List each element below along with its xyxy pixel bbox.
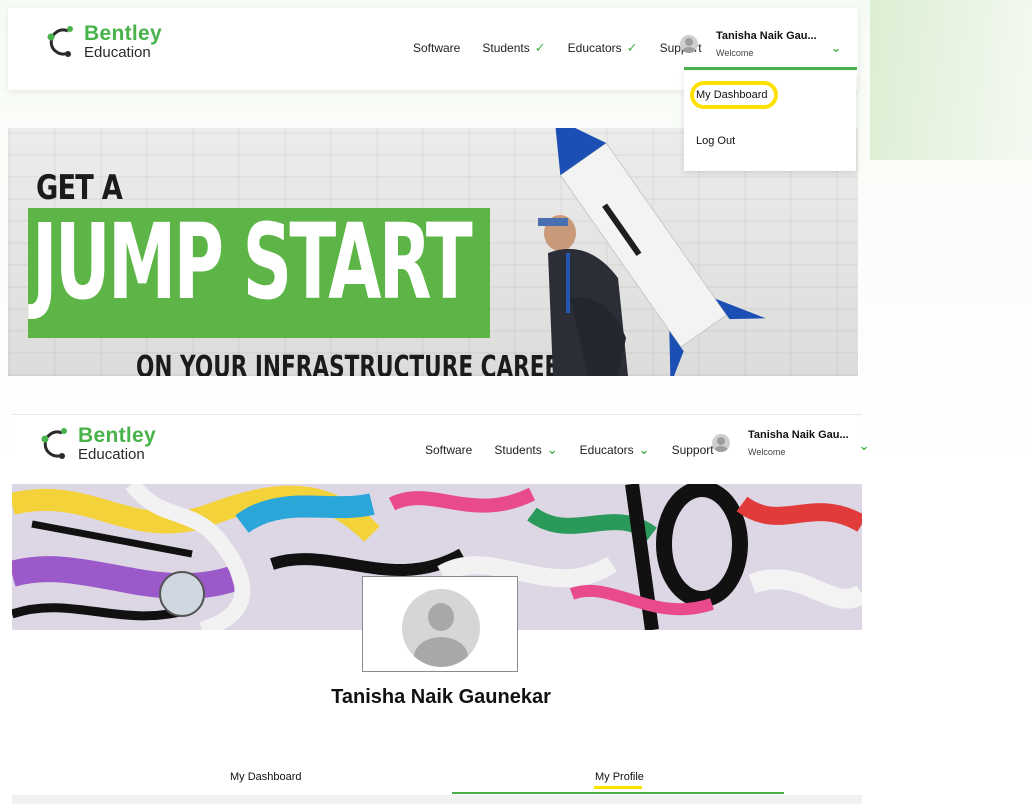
user-avatar-icon — [712, 434, 730, 452]
bentley-education-logo[interactable]: Bentley Education — [38, 425, 156, 462]
main-nav: Software Students ⌄ Educators ⌄ Support — [425, 442, 736, 458]
user-menu-toggle[interactable]: Tanisha Naik Gau... Welcome ⌄ — [680, 30, 842, 58]
menu-item-my-dashboard[interactable]: My Dashboard — [696, 89, 768, 101]
main-nav: Software Students✓ Educators✓ Support — [413, 40, 724, 56]
nav-educators[interactable]: Educators ⌄ — [580, 442, 650, 458]
chevron-down-icon[interactable]: ⌄ — [831, 40, 842, 56]
profile-tabs: My Dashboard My Profile — [12, 769, 862, 804]
user-menu-toggle[interactable]: Tanisha Naik Gau... Welcome ⌄ — [712, 429, 870, 457]
nav-students[interactable]: Students ⌄ — [494, 442, 557, 458]
nav-support[interactable]: Support — [672, 443, 714, 457]
highlight-annotation — [594, 786, 642, 789]
profile-avatar-icon — [402, 589, 480, 667]
screenshot-panel-bottom: Bentley Education Software Students ⌄ Edu… — [12, 414, 870, 804]
logo-brand-text: Bentley — [78, 424, 156, 447]
user-welcome: Welcome — [716, 48, 754, 58]
logo-sub-text: Education — [78, 446, 145, 463]
profile-name: Tanisha Naik Gaunekar — [331, 686, 551, 708]
tabs-strip — [12, 795, 862, 804]
bentley-logo-icon — [47, 25, 73, 57]
chevron-down-icon[interactable]: ⌄ — [859, 438, 870, 454]
chevron-down-icon: ✓ — [534, 40, 546, 55]
profile-photo-frame[interactable] — [362, 576, 518, 672]
tab-my-dashboard[interactable]: My Dashboard — [230, 771, 302, 783]
user-avatar-icon — [680, 35, 698, 53]
menu-item-log-out[interactable]: Log Out — [696, 135, 735, 147]
chevron-down-icon: ⌄ — [546, 442, 558, 457]
chevron-down-icon: ✓ — [626, 40, 638, 55]
nav-software[interactable]: Software — [413, 41, 460, 55]
logo-sub-text: Education — [84, 44, 151, 61]
user-menu-underline — [684, 67, 857, 70]
bentley-education-logo[interactable]: Bentley Education — [44, 23, 162, 60]
nav-students[interactable]: Students ✓ — [482, 40, 545, 56]
banner-line2: JUMP START — [32, 201, 473, 323]
logo-brand-text: Bentley — [84, 22, 162, 45]
chevron-down-icon: ⌄ — [638, 442, 650, 457]
tab-my-profile[interactable]: My Profile — [595, 771, 644, 783]
user-dropdown-menu: My Dashboard Log Out — [684, 71, 856, 171]
active-tab-indicator — [452, 792, 784, 794]
screenshot-panel-top: Bentley Education Software Students ✓ Edu… — [8, 8, 858, 376]
site-header: Bentley Education Software Students ⌄ Edu… — [12, 414, 870, 483]
nav-educators[interactable]: Educators ✓ — [568, 40, 638, 56]
nav-software[interactable]: Software — [425, 443, 472, 457]
user-name: Tanisha Naik Gau... — [716, 30, 817, 42]
user-welcome: Welcome — [748, 447, 786, 457]
background-decoration — [870, 0, 1032, 160]
bentley-logo-icon — [41, 427, 67, 459]
user-name: Tanisha Naik Gau... — [748, 429, 849, 441]
